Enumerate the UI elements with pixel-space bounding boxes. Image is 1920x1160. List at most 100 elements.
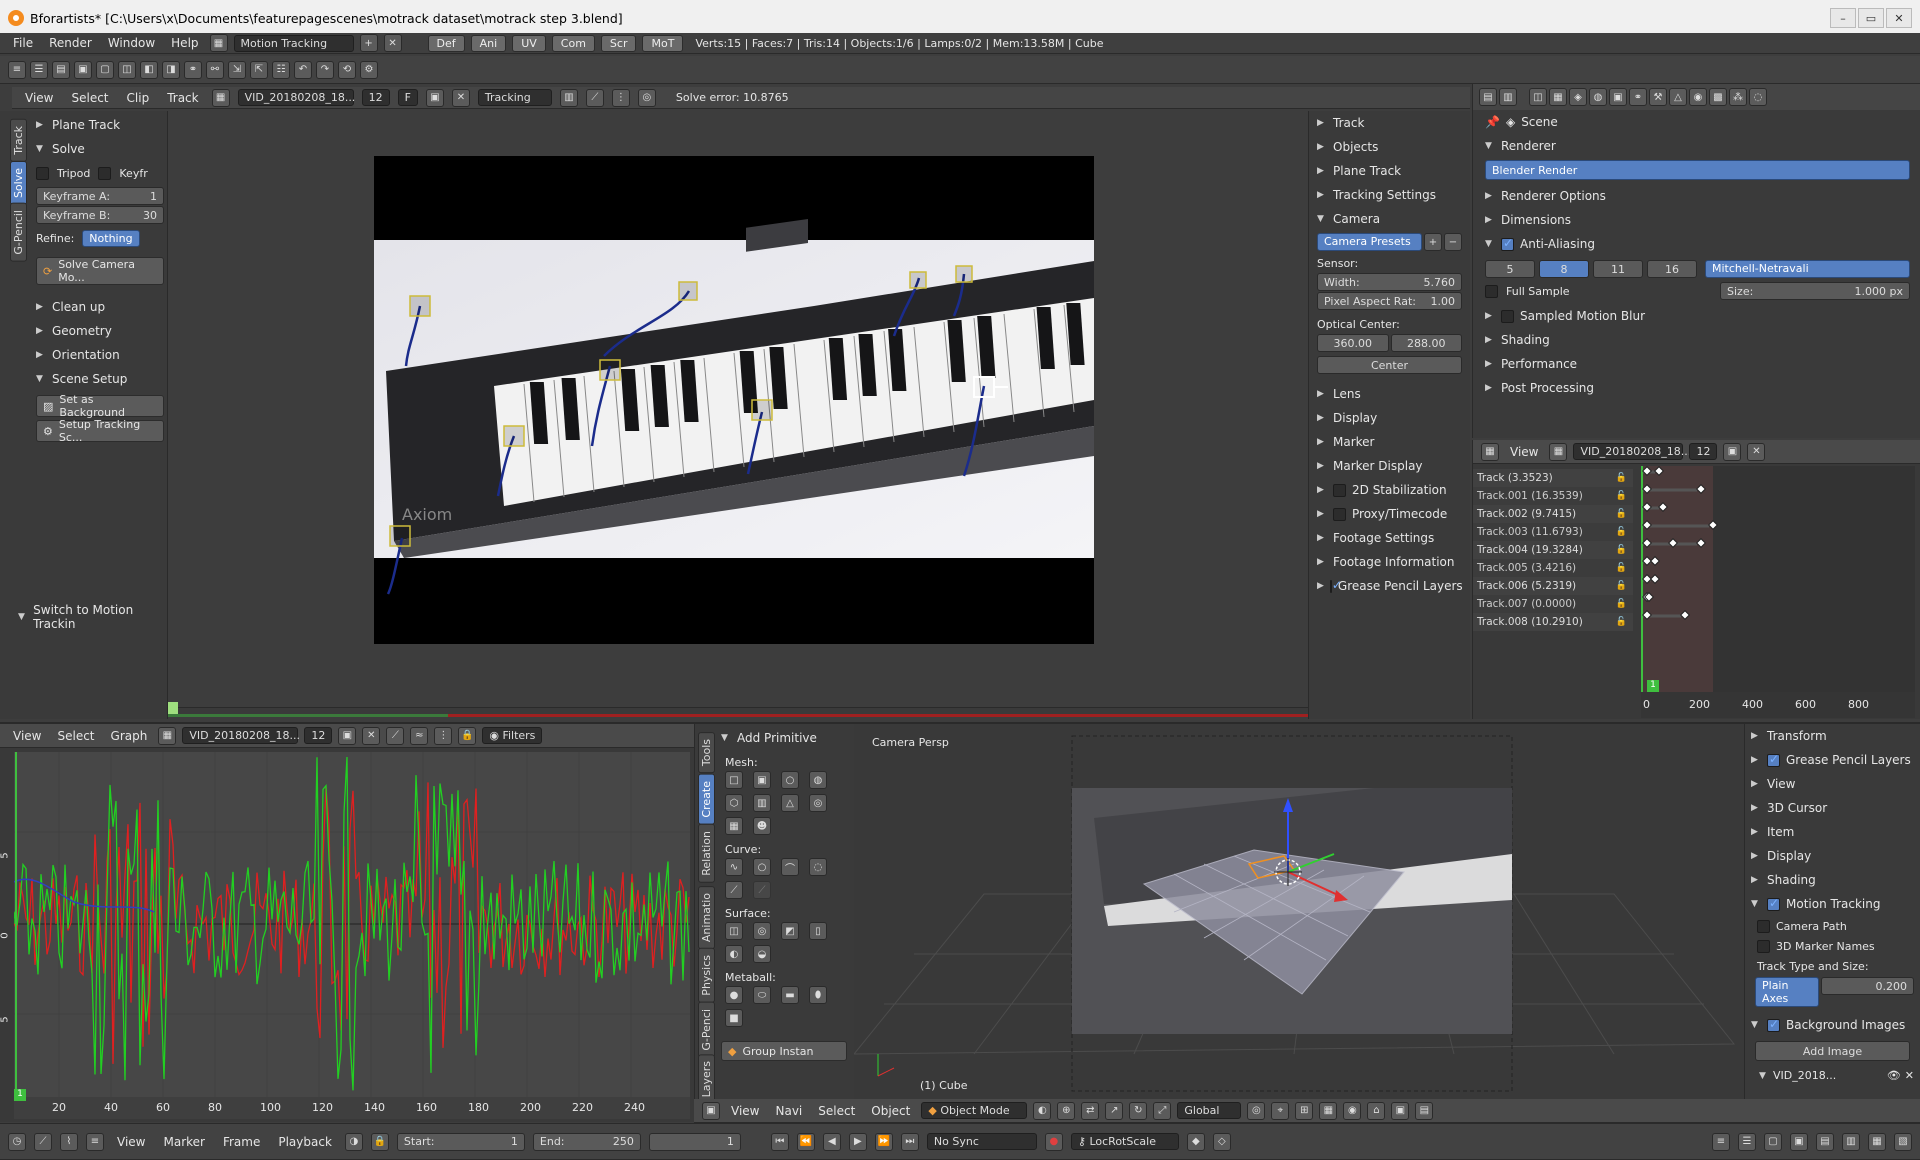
graph-browse-icon[interactable]: ▦ (158, 726, 177, 745)
panel-scene-setup[interactable]: ▼ Scene Setup (36, 367, 164, 391)
open-recent-icon[interactable]: ▢ (96, 60, 114, 79)
delete-keyframe-icon[interactable]: ◇ (1212, 1132, 1231, 1151)
physics-tab-icon[interactable]: ◌ (1749, 88, 1767, 106)
save-copy-icon[interactable]: ◨ (162, 60, 180, 79)
center-button[interactable]: Center (1317, 356, 1462, 374)
timeline-menu-playback[interactable]: Playback (273, 1135, 337, 1149)
add-bezier-circle-icon[interactable]: ○ (753, 858, 771, 876)
panel-plane-track[interactable]: ▶ Plane Track (36, 113, 164, 137)
layout-icon-8[interactable]: ▧ (1894, 1132, 1912, 1151)
clip-prop-plane-track[interactable]: ▶ Plane Track (1317, 159, 1462, 183)
graph-clip-users[interactable]: 12 (304, 727, 333, 744)
graph-unlink-icon[interactable]: ✕ (362, 726, 381, 745)
play-icon[interactable]: ▶ (848, 1132, 867, 1151)
graph-open-icon[interactable]: ▣ (338, 726, 357, 745)
layout-icon-2[interactable]: ☰ (1738, 1132, 1756, 1151)
clip-prop-lens[interactable]: ▶ Lens (1317, 382, 1462, 406)
panel-orientation[interactable]: ▶ Orientation (36, 343, 164, 367)
pixel-aspect-field[interactable]: Pixel Aspect Rat: 1.00 (1317, 292, 1462, 310)
clip-scrubber[interactable] (168, 702, 1308, 717)
graph-error-icon[interactable]: ⋮ (434, 726, 453, 745)
snap-icon[interactable]: ⌖ (1271, 1101, 1290, 1120)
marker-names-checkbox[interactable] (1757, 939, 1770, 953)
track-lock-icon[interactable]: 🔓 (1616, 563, 1627, 573)
remove-screen-icon[interactable]: ✕ (383, 34, 402, 52)
toolshelf-tab-gpencil[interactable]: G-Pencil (10, 203, 27, 262)
render-engine-select[interactable]: Blender Render (1485, 160, 1910, 180)
minimize-button[interactable]: – (1830, 8, 1856, 28)
preferences-icon[interactable]: ⚙ (360, 60, 378, 79)
tools-tab-create[interactable]: Create (698, 774, 715, 825)
remove-bg-icon[interactable]: ✕ (1905, 1069, 1914, 1082)
home-icon[interactable]: ⌂ (1367, 1101, 1386, 1120)
track-lock-icon[interactable]: 🔓 (1616, 527, 1627, 537)
optical-center-y[interactable]: 288.00 (1390, 334, 1462, 352)
add-metaball-ellipsoid-icon[interactable]: ⬮ (809, 986, 827, 1004)
clip-users-count[interactable]: 12 (361, 89, 390, 106)
add-screen-icon[interactable]: + (359, 34, 378, 52)
list-icon[interactable]: ☰ (30, 60, 48, 79)
switch-motion-tracking-panel[interactable]: ▼ Switch to Motion Trackin (18, 603, 167, 631)
pivot-point-icon[interactable]: ⊕ (1057, 1101, 1076, 1120)
n-panel-view[interactable]: ▶ View (1751, 772, 1914, 796)
editor-type-icon[interactable]: ▣ (702, 1101, 720, 1120)
track-lock-icon[interactable]: 🔓 (1616, 473, 1627, 483)
add-cube-icon[interactable]: ▣ (753, 771, 771, 789)
add-torus-icon[interactable]: ◎ (809, 794, 827, 812)
tools-tab-layers[interactable]: Layers (698, 1054, 715, 1105)
track-channel-row[interactable]: Track.005 (3.4216) 🔓 (1473, 559, 1633, 577)
clip-menu-clip[interactable]: Clip (122, 91, 155, 105)
track-channel-row[interactable]: Track.008 (10.2910) 🔓 (1473, 613, 1633, 631)
rotate-icon[interactable]: ↻ (1129, 1101, 1148, 1120)
properties-pin-icon[interactable]: ▥ (1499, 88, 1517, 106)
panel-performance[interactable]: ▶ Performance (1485, 352, 1910, 376)
clip-prop-gp-layers[interactable]: ▶Grease Pencil Layers (1317, 574, 1463, 598)
append-icon[interactable]: ⚯ (206, 60, 224, 79)
clip-prop-camera[interactable]: ▼ Camera (1317, 207, 1462, 231)
timeline-sub-icon[interactable]: ⟋ (34, 1132, 52, 1151)
optical-center-x[interactable]: 360.00 (1317, 334, 1389, 352)
tools-tab-relation[interactable]: Relation (698, 824, 715, 883)
add-uvsphere-icon[interactable]: ◍ (809, 771, 827, 789)
clip-mode-select[interactable]: Tracking (477, 89, 552, 106)
shading-icon[interactable]: ◐ (1033, 1101, 1052, 1120)
undo-icon[interactable]: ↶ (294, 60, 312, 79)
graph-filters-button[interactable]: ◉ Filters (482, 727, 543, 744)
menu-icon[interactable]: ≡ (8, 60, 26, 79)
tripod-checkbox[interactable] (36, 166, 49, 180)
dopesheet-editor-icon[interactable]: ▦ (1481, 442, 1499, 461)
export-icon[interactable]: ⇱ (250, 60, 268, 79)
open-folder-icon[interactable]: ▣ (74, 60, 92, 79)
save-as-icon[interactable]: ◧ (140, 60, 158, 79)
dopesheet-clip-users[interactable]: 12 (1689, 443, 1718, 460)
tools-tab-gpencil[interactable]: G-Penci (698, 1002, 715, 1058)
aa-samples-11[interactable]: 11 (1593, 260, 1643, 278)
keying-set-select[interactable]: ⚷ LocRotScale (1070, 1133, 1179, 1150)
add-grid-icon[interactable]: ▦ (725, 817, 743, 835)
n-panel-3d-cursor[interactable]: ▶ 3D Cursor (1751, 796, 1914, 820)
clip-prop-display[interactable]: ▶ Display (1317, 406, 1462, 430)
sync-mode-select[interactable]: No Sync (926, 1133, 1037, 1150)
tab-ani[interactable]: Ani (470, 34, 507, 52)
snap-element-icon[interactable]: ⊞ (1295, 1101, 1314, 1120)
camera-presets-select[interactable]: Camera Presets (1317, 233, 1422, 251)
tools-tab-animation[interactable]: Animatio (698, 886, 715, 950)
dopesheet-open-icon[interactable]: ▣ (1723, 442, 1742, 461)
timeline-menu-marker[interactable]: Marker (158, 1135, 209, 1149)
scene-tab-icon[interactable]: ◈ (1569, 88, 1587, 106)
layout-icon-5[interactable]: ▤ (1816, 1132, 1834, 1151)
sensor-width-field[interactable]: Width: 5.760 (1317, 273, 1462, 291)
menu-render[interactable]: Render (44, 36, 97, 50)
clip-prop-footage-info[interactable]: ▶ Footage Information (1317, 550, 1462, 574)
n-panel-shading[interactable]: ▶ Shading (1751, 868, 1914, 892)
pivot-icon[interactable]: ◎ (637, 88, 656, 107)
history-icon[interactable]: ⟲ (338, 60, 356, 79)
insert-keyframe-icon[interactable]: ◆ (1186, 1132, 1205, 1151)
save-icon[interactable]: ◫ (118, 60, 136, 79)
graph-menu-view[interactable]: View (8, 729, 46, 743)
aa-samples-16[interactable]: 16 (1647, 260, 1697, 278)
track-channel-row[interactable]: Track.003 (11.6793) 🔓 (1473, 523, 1633, 541)
tab-com[interactable]: Com (551, 34, 595, 52)
add-cone-icon[interactable]: △ (781, 794, 799, 812)
tools-tab-tools[interactable]: Tools (698, 732, 715, 774)
